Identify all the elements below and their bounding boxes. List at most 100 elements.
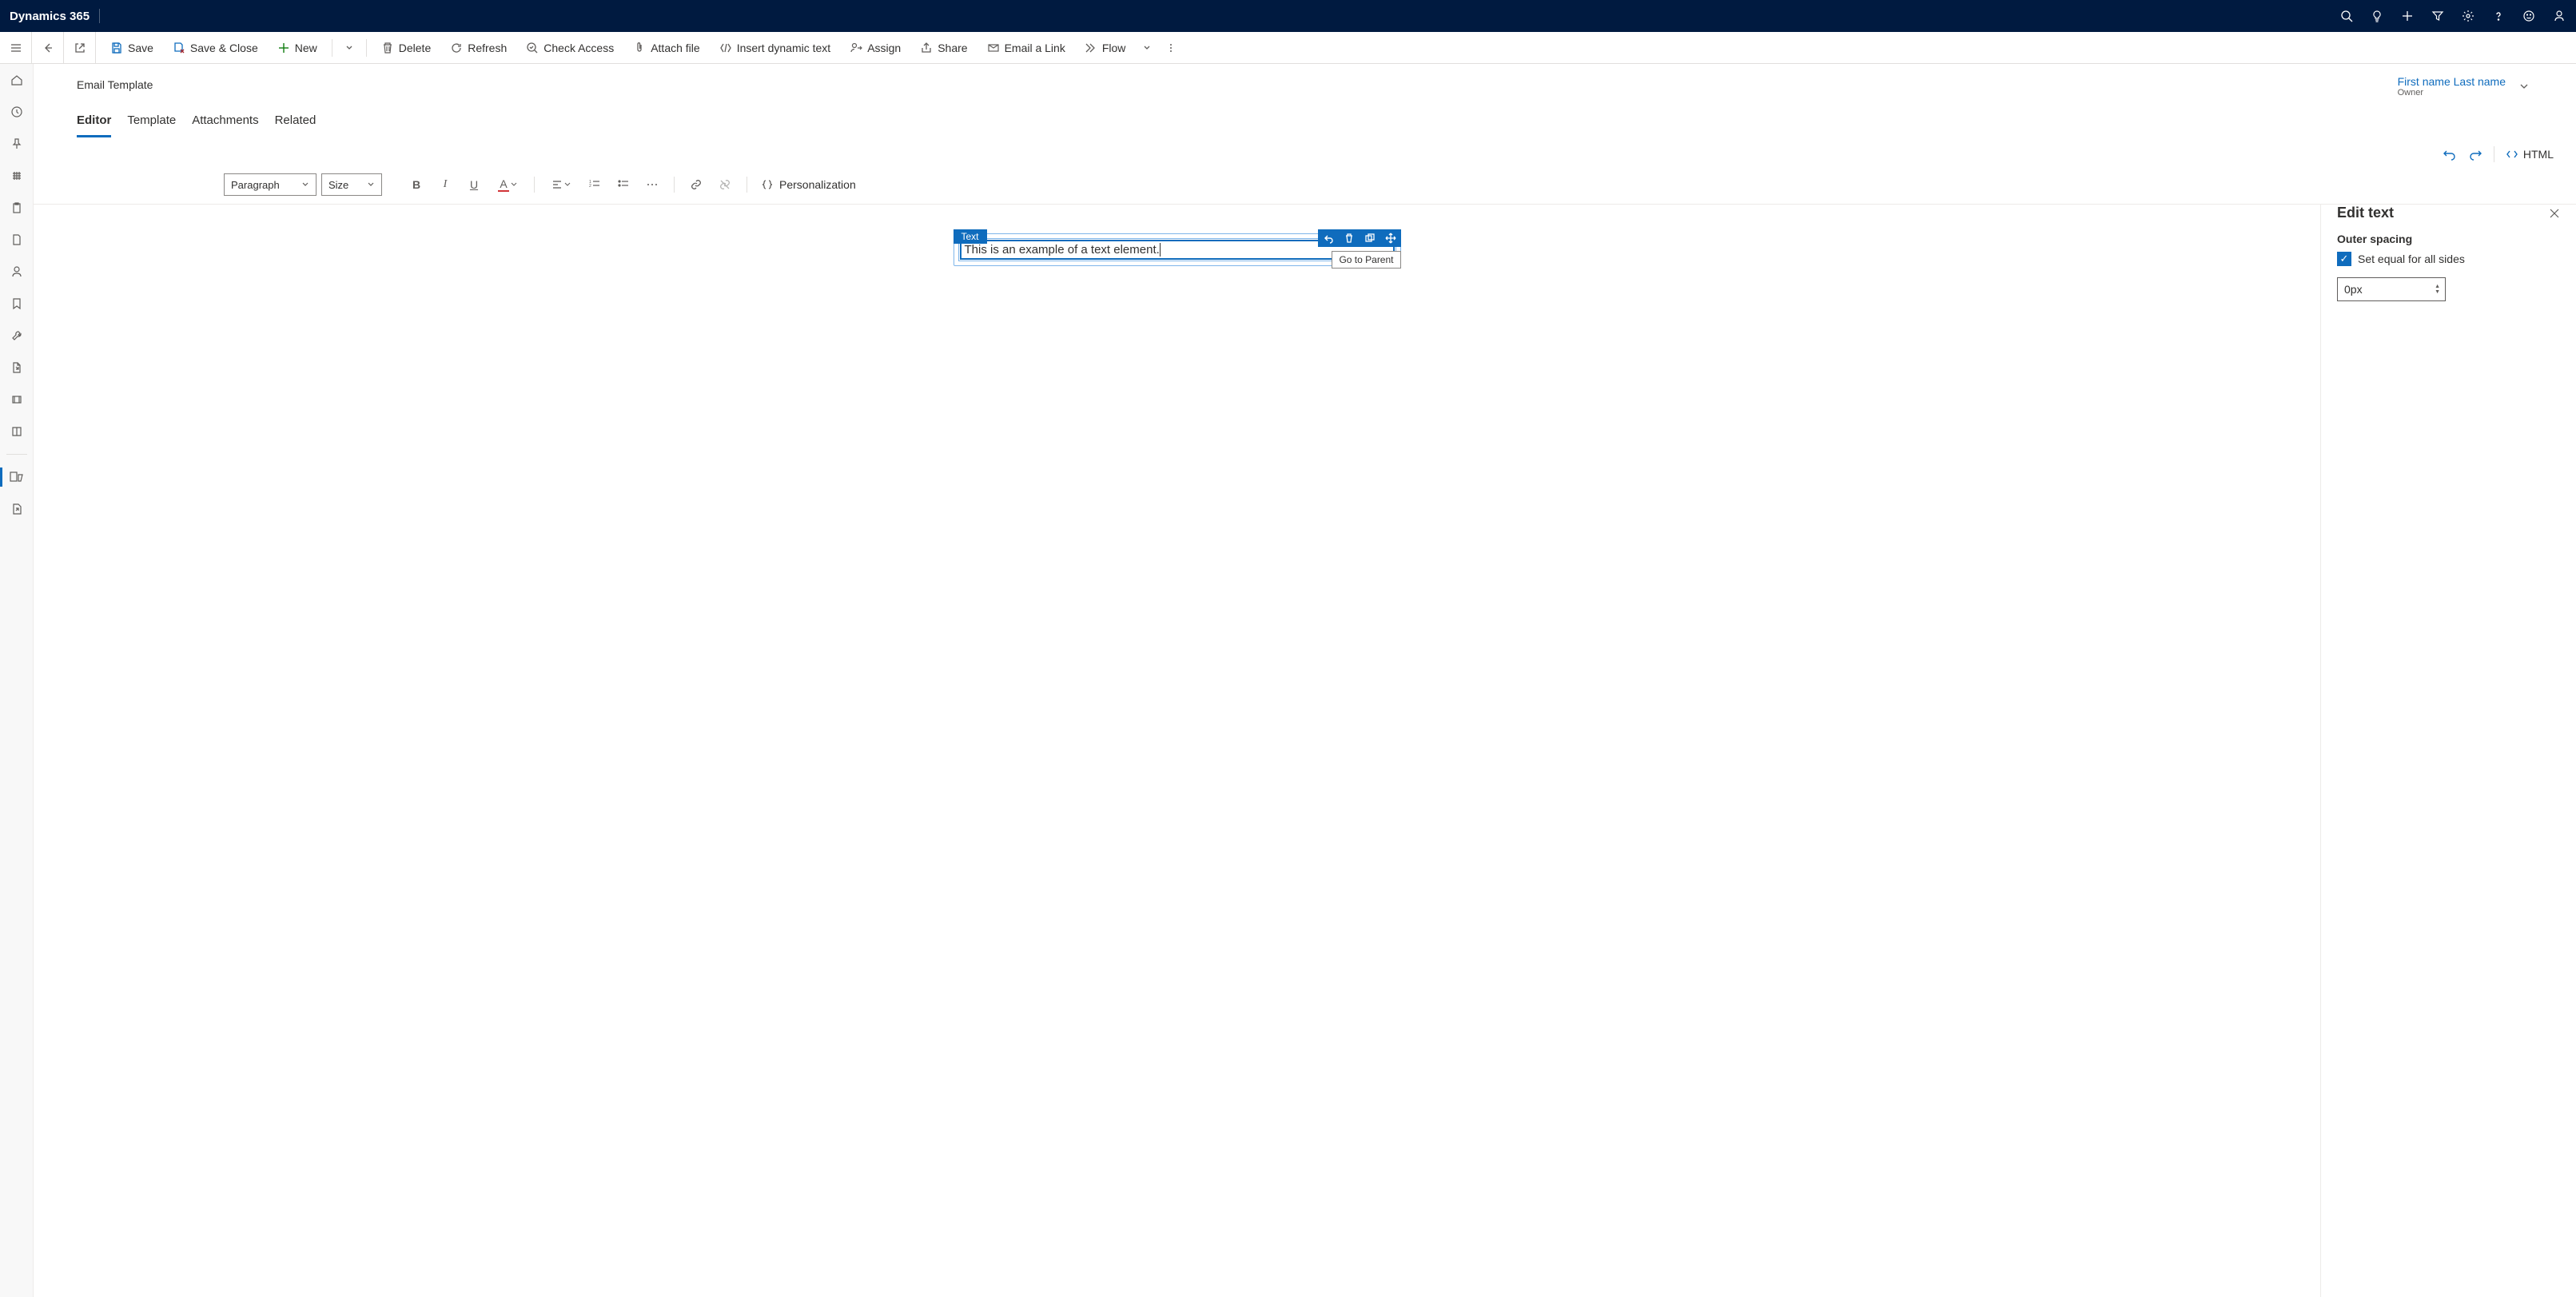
selected-element-frame: Text Go to Parent This is an example of … (954, 233, 1401, 266)
search-icon[interactable] (2339, 9, 2354, 23)
check-access-button[interactable]: Check Access (518, 37, 622, 59)
owner-chevron-icon[interactable] (2515, 78, 2533, 95)
bold-button[interactable]: B (404, 173, 428, 196)
contact-icon[interactable] (6, 261, 28, 283)
main-area: Email Template First name Last name Owne… (34, 64, 2576, 1297)
gear-icon[interactable] (2461, 9, 2475, 23)
flow-button[interactable]: Flow (1077, 37, 1134, 59)
email-link-button[interactable]: Email a Link (979, 37, 1073, 59)
page-icon[interactable] (6, 229, 28, 251)
close-panel-icon[interactable] (2549, 208, 2560, 219)
owner-sublabel: Owner (2398, 88, 2506, 97)
equal-sides-checkbox[interactable]: ✓ Set equal for all sides (2337, 252, 2560, 266)
delete-button[interactable]: Delete (373, 37, 439, 59)
selection-toolbar (1318, 229, 1401, 247)
spacing-value: 0px (2344, 283, 2363, 296)
numbered-list-button[interactable]: 12 (583, 173, 607, 196)
save-button[interactable]: Save (102, 37, 161, 59)
link-button[interactable] (684, 173, 708, 196)
new-page-icon[interactable] (6, 498, 28, 520)
more-commands-icon[interactable] (1161, 38, 1181, 58)
back-button[interactable] (32, 32, 64, 64)
personalization-button[interactable]: Personalization (757, 178, 861, 191)
record-header: Email Template First name Last name Owne… (34, 64, 2576, 97)
paragraph-select-label: Paragraph (231, 179, 280, 191)
align-button[interactable] (544, 173, 578, 196)
wrench-icon[interactable] (6, 324, 28, 347)
design-canvas[interactable]: Text Go to Parent This is an example of … (34, 205, 2320, 1297)
recent-icon[interactable] (6, 101, 28, 123)
sitemap-icon[interactable] (6, 165, 28, 187)
help-icon[interactable] (2491, 9, 2506, 23)
clipboard-icon[interactable] (6, 197, 28, 219)
html-label: HTML (2523, 148, 2554, 161)
paragraph-style-select[interactable]: Paragraph (224, 173, 317, 196)
bullet-list-button[interactable] (611, 173, 635, 196)
equal-sides-label: Set equal for all sides (2358, 253, 2465, 265)
person-icon[interactable] (2552, 9, 2566, 23)
properties-panel: Edit text Outer spacing ✓ Set equal for … (2320, 205, 2576, 1297)
pinned-icon[interactable] (6, 133, 28, 155)
lightbulb-icon[interactable] (2370, 9, 2384, 23)
command-bar: Save Save & Close New Delete Refresh Che… (0, 32, 2576, 64)
refresh-label: Refresh (468, 42, 507, 54)
save-label: Save (128, 42, 153, 54)
spacing-input[interactable]: 0px ▲▼ (2337, 277, 2446, 301)
selection-duplicate-icon[interactable] (1360, 229, 1380, 247)
smile-icon[interactable] (2522, 9, 2536, 23)
selection-delete-icon[interactable] (1339, 229, 1360, 247)
redo-icon[interactable] (2468, 147, 2482, 161)
open-new-window-icon[interactable] (64, 32, 96, 64)
editor-top-toolbar: HTML (34, 138, 2576, 170)
personalization-label: Personalization (779, 178, 856, 191)
unlink-button[interactable] (713, 173, 737, 196)
html-toggle-button[interactable]: HTML (2506, 148, 2554, 161)
check-access-label: Check Access (543, 42, 614, 54)
undo-icon[interactable] (2443, 147, 2457, 161)
insert-dynamic-text-button[interactable]: Insert dynamic text (711, 37, 839, 59)
home-icon[interactable] (6, 69, 28, 91)
panel-title: Edit text (2337, 205, 2394, 221)
tab-related[interactable]: Related (275, 109, 317, 137)
nav-separator (6, 454, 27, 455)
share-label: Share (938, 42, 967, 54)
plus-icon[interactable] (2400, 9, 2415, 23)
book-icon[interactable] (6, 420, 28, 443)
flow-label: Flow (1102, 42, 1126, 54)
export-icon[interactable] (6, 356, 28, 379)
new-split-chevron[interactable] (339, 39, 360, 57)
checkmark-icon: ✓ (2337, 252, 2351, 266)
selection-type-label: Text (954, 229, 987, 244)
assign-label: Assign (867, 42, 901, 54)
selection-move-icon[interactable] (1380, 229, 1401, 247)
underline-button[interactable]: U (462, 173, 486, 196)
owner-block[interactable]: First name Last name Owner (2398, 75, 2506, 97)
new-button[interactable]: New (269, 37, 325, 59)
italic-button[interactable]: I (433, 173, 457, 196)
more-format-button[interactable] (640, 173, 664, 196)
refresh-button[interactable]: Refresh (442, 37, 515, 59)
library-icon[interactable] (6, 388, 28, 411)
hamburger-icon[interactable] (0, 32, 32, 64)
selection-back-icon[interactable] (1318, 229, 1339, 247)
assign-button[interactable]: Assign (842, 37, 909, 59)
separator (674, 177, 675, 193)
tab-attachments[interactable]: Attachments (192, 109, 258, 137)
flow-chevron[interactable] (1137, 39, 1157, 57)
tab-editor[interactable]: Editor (77, 109, 111, 137)
svg-text:2: 2 (589, 184, 591, 189)
share-button[interactable]: Share (912, 37, 975, 59)
font-size-select[interactable]: Size (321, 173, 382, 196)
size-select-label: Size (328, 179, 348, 191)
selection-tooltip: Go to Parent (1332, 251, 1400, 269)
font-color-button[interactable]: A (491, 173, 524, 196)
spinner-icon[interactable]: ▲▼ (2435, 284, 2440, 295)
attach-file-button[interactable]: Attach file (625, 37, 707, 59)
templates-icon[interactable] (6, 466, 28, 488)
save-close-button[interactable]: Save & Close (165, 37, 266, 59)
filter-icon[interactable] (2431, 9, 2445, 23)
bookmark-icon[interactable] (6, 292, 28, 315)
entity-label: Email Template (77, 78, 153, 91)
separator (366, 39, 367, 57)
tab-template[interactable]: Template (127, 109, 176, 137)
